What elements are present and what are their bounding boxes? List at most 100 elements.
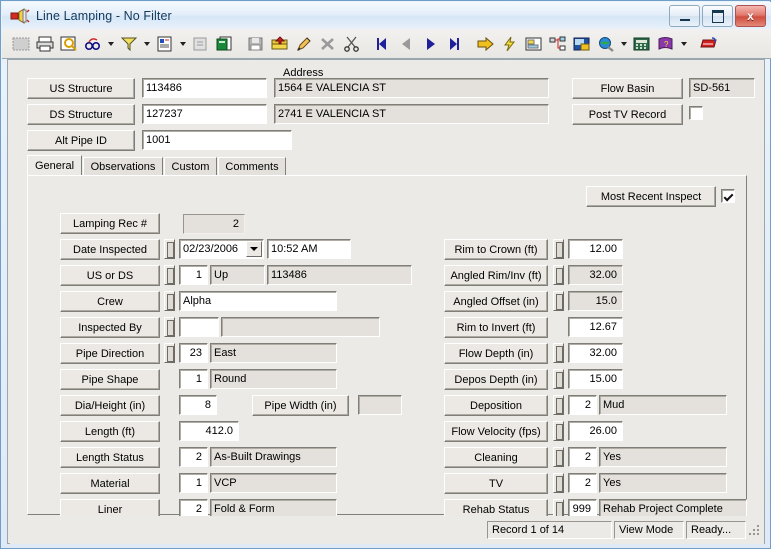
crew-field[interactable]: Alpha [179, 291, 337, 311]
cleaning-code-field[interactable]: 2 [568, 447, 597, 467]
find-replace-icon[interactable] [82, 33, 104, 55]
flow-depth-button[interactable]: Flow Depth (in) [444, 343, 548, 364]
pipe-width-field[interactable] [358, 395, 402, 415]
us-or-ds-button[interactable]: US or DS [60, 265, 160, 286]
us-or-ds-code-field[interactable]: 1 [179, 265, 208, 285]
alt-pipe-id-field[interactable]: 1001 [142, 130, 292, 150]
add-record-icon[interactable] [269, 33, 291, 55]
us-structure-id-field[interactable]: 113486 [142, 78, 267, 98]
inspected-by-lookup-icon[interactable] [164, 317, 175, 337]
exit-icon[interactable] [698, 33, 720, 55]
pipe-direction-code-field[interactable]: 23 [179, 343, 208, 363]
crew-lookup-icon[interactable] [164, 291, 175, 311]
cut-icon[interactable] [341, 33, 363, 55]
maximize-button[interactable] [702, 5, 733, 27]
deposition-code-field[interactable]: 2 [568, 395, 597, 415]
close-button[interactable]: x [735, 5, 766, 27]
lightning-icon[interactable] [499, 33, 521, 55]
material-code-field[interactable]: 1 [179, 473, 208, 493]
filter-icon[interactable] [118, 33, 140, 55]
cleaning-button[interactable]: Cleaning [444, 447, 548, 468]
delete-icon[interactable] [317, 33, 339, 55]
crew-button[interactable]: Crew [60, 291, 160, 312]
pipe-direction-button[interactable]: Pipe Direction [60, 343, 160, 364]
deposition-lookup-icon[interactable] [553, 395, 564, 415]
tv-code-field[interactable]: 2 [568, 473, 597, 493]
ds-structure-address-field[interactable]: 2741 E VALENCIA ST [274, 104, 549, 124]
ds-structure-id-field[interactable]: 127237 [142, 104, 267, 124]
length-status-code-field[interactable]: 2 [179, 447, 208, 467]
goto-icon[interactable] [475, 33, 497, 55]
pipe-shape-code-field[interactable]: 1 [179, 369, 208, 389]
tab-comments[interactable]: Comments [218, 157, 286, 176]
rim-to-crown-button[interactable]: Rim to Crown (ft) [444, 239, 548, 260]
flow-depth-field[interactable]: 32.00 [568, 343, 623, 363]
report-icon[interactable] [154, 33, 176, 55]
help-book-icon[interactable]: ? [655, 33, 677, 55]
edit-icon[interactable] [293, 33, 315, 55]
date-inspected-lookup-icon[interactable] [164, 239, 175, 259]
pipe-direction-lookup-icon[interactable] [164, 343, 175, 363]
us-structure-button[interactable]: US Structure [27, 78, 135, 99]
flow-basin-button[interactable]: Flow Basin [572, 78, 683, 99]
flow-velocity-field[interactable]: 26.00 [568, 421, 623, 441]
material-button[interactable]: Material [60, 473, 160, 494]
print-icon[interactable] [34, 33, 56, 55]
help-dropdown-arrow[interactable] [678, 33, 690, 55]
depos-depth-lookup-icon[interactable] [553, 369, 564, 389]
angled-rim-inv-button[interactable]: Angled Rim/Inv (ft) [444, 265, 548, 286]
select-all-icon[interactable] [10, 33, 32, 55]
next-record-icon[interactable] [420, 33, 442, 55]
tv-button[interactable]: TV [444, 473, 548, 494]
most-recent-inspect-button[interactable]: Most Recent Inspect [586, 186, 716, 207]
depos-depth-field[interactable]: 15.00 [568, 369, 623, 389]
copy-record-icon[interactable] [214, 33, 236, 55]
post-tv-record-button[interactable]: Post TV Record [572, 104, 683, 125]
tv-lookup-icon[interactable] [553, 473, 564, 493]
date-inspected-dropdown-arrow[interactable] [246, 241, 262, 257]
form-layout-icon[interactable] [523, 33, 545, 55]
map-dropdown-arrow[interactable] [618, 33, 630, 55]
flow-depth-lookup-icon[interactable] [553, 343, 564, 363]
tab-observations[interactable]: Observations [83, 157, 163, 176]
inspected-by-button[interactable]: Inspected By [60, 317, 160, 338]
angled-offset-lookup-icon[interactable] [553, 291, 564, 311]
find-dropdown-arrow[interactable] [105, 33, 117, 55]
save-icon[interactable] [245, 33, 267, 55]
time-inspected-field[interactable]: 10:52 AM [267, 239, 351, 259]
image-viewer-icon[interactable] [571, 33, 593, 55]
report-dropdown-arrow[interactable] [177, 33, 189, 55]
dia-height-button[interactable]: Dia/Height (in) [60, 395, 160, 416]
cleaning-lookup-icon[interactable] [553, 447, 564, 467]
angled-offset-button[interactable]: Angled Offset (in) [444, 291, 548, 312]
angled-rim-inv-lookup-icon[interactable] [553, 265, 564, 285]
date-inspected-button[interactable]: Date Inspected [60, 239, 160, 260]
print-preview-icon[interactable] [58, 33, 80, 55]
rim-to-invert-field[interactable]: 12.67 [568, 317, 623, 337]
last-record-icon[interactable] [444, 33, 466, 55]
depos-depth-button[interactable]: Depos Depth (in) [444, 369, 548, 390]
flow-velocity-lookup-icon[interactable] [553, 421, 564, 441]
pipe-shape-button[interactable]: Pipe Shape [60, 369, 160, 390]
properties-icon[interactable] [190, 33, 212, 55]
filter-dropdown-arrow[interactable] [141, 33, 153, 55]
length-status-button[interactable]: Length Status [60, 447, 160, 468]
rim-to-crown-field[interactable]: 12.00 [568, 239, 623, 259]
us-structure-address-field[interactable]: 1564 E VALENCIA ST [274, 78, 549, 98]
deposition-button[interactable]: Deposition [444, 395, 548, 416]
alt-pipe-id-button[interactable]: Alt Pipe ID [27, 130, 135, 151]
ds-structure-button[interactable]: DS Structure [27, 104, 135, 125]
length-field[interactable]: 412.0 [179, 421, 239, 441]
flow-basin-field[interactable]: SD-561 [689, 78, 755, 98]
lamping-rec-button[interactable]: Lamping Rec # [60, 213, 160, 234]
tree-view-icon[interactable] [547, 33, 569, 55]
length-button[interactable]: Length (ft) [60, 421, 160, 442]
tab-general[interactable]: General [27, 155, 82, 176]
inspected-by-code-field[interactable] [179, 317, 219, 337]
rim-to-invert-button[interactable]: Rim to Invert (ft) [444, 317, 548, 338]
dia-height-field[interactable]: 8 [179, 395, 217, 415]
tab-custom[interactable]: Custom [164, 157, 217, 176]
calculator-icon[interactable] [631, 33, 653, 55]
flow-velocity-button[interactable]: Flow Velocity (fps) [444, 421, 548, 442]
pipe-width-button[interactable]: Pipe Width (in) [252, 395, 349, 416]
